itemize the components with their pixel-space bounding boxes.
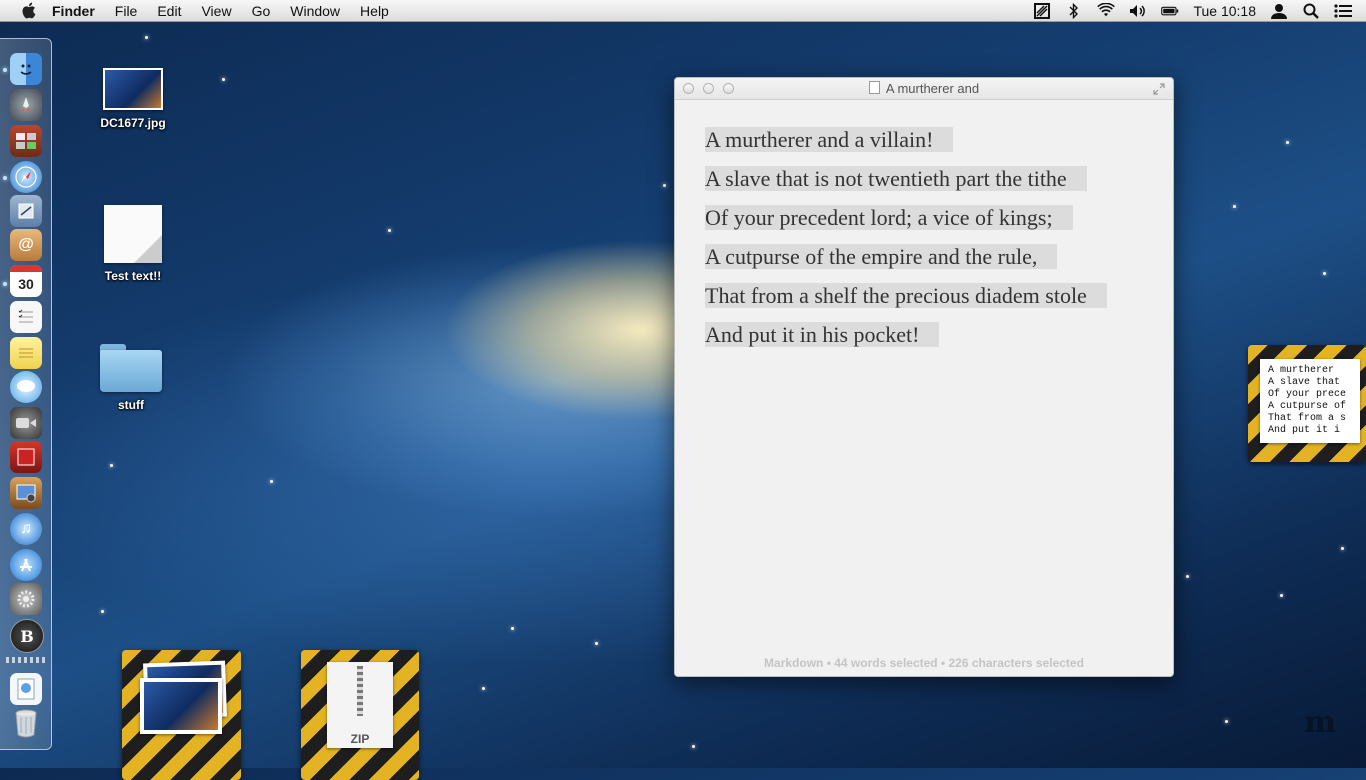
dock-downloads-icon[interactable] xyxy=(10,673,42,705)
dock-messages-icon[interactable] xyxy=(10,371,42,403)
dock-launchpad-icon[interactable] xyxy=(10,89,42,121)
window-titlebar[interactable]: A murtherer and xyxy=(675,78,1173,100)
dock-contacts-icon[interactable]: @ xyxy=(10,229,42,261)
menu-window[interactable]: Window xyxy=(290,3,340,19)
editor-window: A murtherer and A murtherer and a villai… xyxy=(674,77,1174,677)
wifi-icon[interactable] xyxy=(1097,3,1116,19)
dock: @ 30 ♫ B xyxy=(0,38,52,750)
desktop-icon-label: Test text!! xyxy=(104,269,162,283)
menu-clock[interactable]: Tue 10:18 xyxy=(1193,3,1256,19)
menu-view[interactable]: View xyxy=(201,3,231,19)
menu-help[interactable]: Help xyxy=(360,3,389,19)
document-icon xyxy=(868,81,880,94)
watermark-logo: m xyxy=(1304,705,1336,740)
running-indicator xyxy=(3,68,7,72)
text-line[interactable]: That from a shelf the precious diadem st… xyxy=(705,283,1107,308)
dock-iphoto-icon[interactable] xyxy=(10,477,42,509)
text-editor[interactable]: A murtherer and a villain! A slave that … xyxy=(705,122,1145,356)
battery-icon[interactable] xyxy=(1161,3,1179,19)
running-indicator xyxy=(3,282,7,286)
apple-icon[interactable] xyxy=(18,2,38,20)
zip-stack[interactable]: ZIP xyxy=(301,650,419,780)
dock-trash-icon[interactable] xyxy=(10,707,42,739)
status-bar: Markdown • 44 words selected • 226 chara… xyxy=(764,656,1084,670)
dock-reminders-icon[interactable] xyxy=(10,301,42,333)
window-title-text: A murtherer and xyxy=(885,81,980,96)
text-clipping-stack[interactable]: A murtherer A slave that Of your prece A… xyxy=(1248,345,1366,462)
spotlight-icon[interactable] xyxy=(1302,3,1320,19)
folder-icon xyxy=(100,344,162,392)
running-indicator xyxy=(3,176,7,180)
menu-bar: Finder File Edit View Go Window Help Tue… xyxy=(0,0,1366,22)
calendar-day: 30 xyxy=(18,276,34,292)
text-line[interactable]: Of your precedent lord; a vice of kings; xyxy=(705,205,1073,230)
zip-archive-icon: ZIP xyxy=(327,662,393,748)
dock-calendar-icon[interactable]: 30 xyxy=(10,265,42,297)
text-line[interactable]: And put it in his pocket! xyxy=(705,322,940,347)
window-title: A murtherer and xyxy=(675,81,1173,96)
text-line[interactable]: A cutpurse of the empire and the rule, xyxy=(705,244,1058,269)
dock-notes-icon[interactable] xyxy=(10,337,42,369)
text-line[interactable]: A murtherer and a villain! xyxy=(705,127,954,152)
stack-photo-icon xyxy=(140,678,222,734)
desktop-icon-text-file[interactable]: Test text!! xyxy=(83,205,183,283)
image-stack[interactable] xyxy=(122,650,241,780)
dock-bbedit-icon[interactable]: B xyxy=(10,619,44,653)
bluetooth-icon[interactable] xyxy=(1065,2,1083,19)
desktop-icon-label: stuff xyxy=(118,398,144,412)
user-icon[interactable] xyxy=(1270,3,1288,19)
dock-photo-viewer-icon[interactable] xyxy=(10,441,42,473)
dock-finder-icon[interactable] xyxy=(10,53,42,85)
menu-edit[interactable]: Edit xyxy=(157,3,181,19)
text-document-icon xyxy=(104,205,162,263)
text-line[interactable]: A slave that is not twentieth part the t… xyxy=(705,166,1087,191)
clipping-line: A slave that xyxy=(1268,377,1341,388)
clipping-line: That from a s xyxy=(1268,413,1347,424)
dock-mail-icon[interactable] xyxy=(10,195,42,227)
dock-facetime-icon[interactable] xyxy=(10,407,42,439)
clipping-line: A cutpurse of xyxy=(1268,401,1347,412)
dock-safari-icon[interactable] xyxy=(10,161,42,193)
clipping-line: Of your prece xyxy=(1268,389,1347,400)
dock-itunes-icon[interactable]: ♫ xyxy=(10,513,42,545)
bbedit-letter: B xyxy=(20,626,34,646)
desktop-icon-folder[interactable]: stuff xyxy=(81,338,181,412)
dock-photo-booth-icon[interactable] xyxy=(10,125,42,157)
dock-system-preferences-icon[interactable] xyxy=(10,583,42,615)
notification-icon[interactable] xyxy=(1334,3,1352,19)
menu-finder[interactable]: Finder xyxy=(52,3,95,19)
desktop-icon-label: DC1677.jpg xyxy=(100,116,166,130)
image-thumbnail-icon xyxy=(103,68,163,110)
dock-app-store-icon[interactable] xyxy=(10,549,42,581)
fullscreen-icon[interactable] xyxy=(1153,82,1165,95)
display-icon[interactable] xyxy=(1033,2,1051,19)
desktop-icon-image[interactable]: DC1677.jpg xyxy=(83,68,183,130)
volume-icon[interactable] xyxy=(1129,3,1147,19)
clipping-line: And put it i xyxy=(1268,425,1341,436)
zip-label: ZIP xyxy=(350,732,370,746)
menu-file[interactable]: File xyxy=(115,3,138,19)
menu-go[interactable]: Go xyxy=(252,3,271,19)
clipping-line: A murtherer xyxy=(1268,365,1335,376)
dock-separator xyxy=(6,657,46,663)
text-clipping-preview: A murtherer A slave that Of your prece A… xyxy=(1260,359,1360,443)
